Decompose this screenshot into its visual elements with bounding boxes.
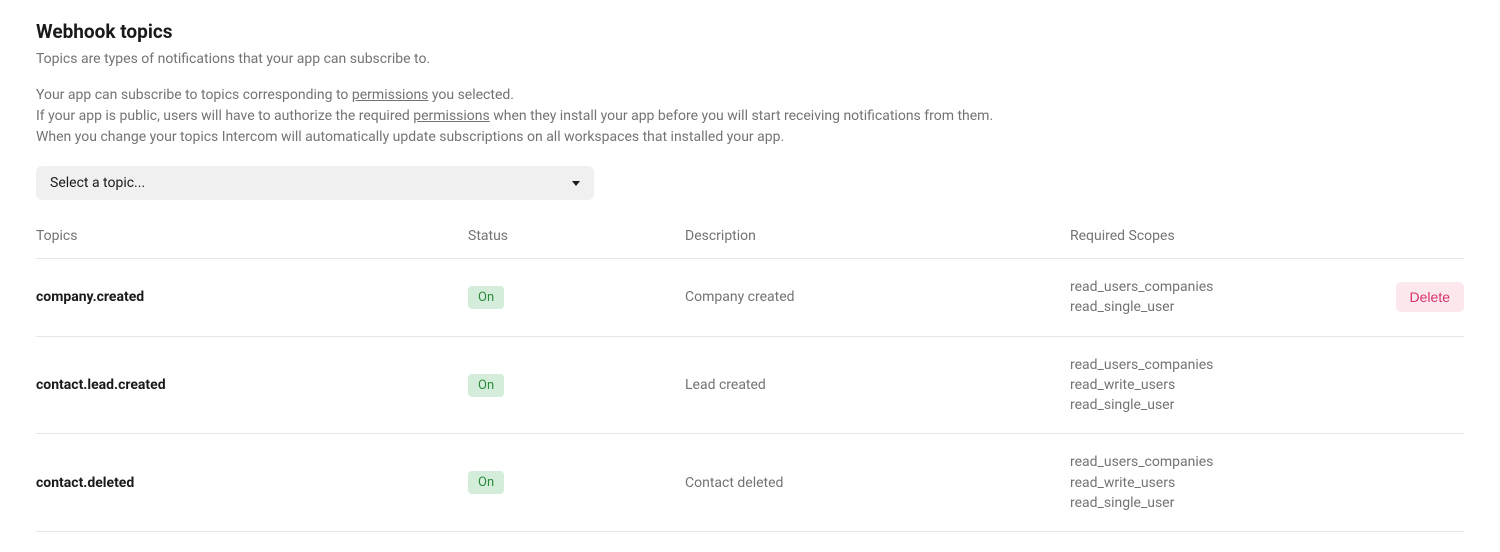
- desc-text: If your app is public, users will have t…: [36, 108, 413, 124]
- page-title: Webhook topics: [36, 20, 1464, 43]
- topic-description: Contact deleted: [685, 475, 1070, 491]
- scope-item: read_single_user: [1070, 493, 1390, 513]
- required-scopes: read_users_companiesread_single_user: [1070, 277, 1390, 318]
- table-row: company.created On Company createdread_use…: [36, 259, 1464, 337]
- topic-description: Lead created: [685, 377, 1070, 393]
- table-row: contact.lead.created On Lead createdread_u…: [36, 337, 1464, 435]
- topics-table: Topics Status Description Required Scope…: [36, 228, 1464, 532]
- table-header: Topics Status Description Required Scope…: [36, 228, 1464, 259]
- required-scopes: read_users_companiesread_write_usersread…: [1070, 452, 1390, 513]
- topic-name: contact.lead.created: [36, 377, 166, 393]
- table-row: contact.deleted On Contact deletedread_use…: [36, 434, 1464, 532]
- header-description: Description: [685, 228, 1070, 244]
- delete-button[interactable]: Delete: [1396, 282, 1464, 312]
- status-badge: On: [468, 471, 504, 494]
- scope-item: read_write_users: [1070, 473, 1390, 493]
- description-block: Your app can subscribe to topics corresp…: [36, 85, 1464, 148]
- desc-text: Your app can subscribe to topics corresp…: [36, 87, 352, 103]
- desc-text: when they install your app before you wi…: [490, 108, 993, 124]
- select-label: Select a topic...: [50, 175, 145, 191]
- scope-item: read_users_companies: [1070, 452, 1390, 472]
- header-topics: Topics: [36, 228, 468, 244]
- required-scopes: read_users_companiesread_write_usersread…: [1070, 355, 1390, 416]
- topic-select[interactable]: Select a topic...: [36, 166, 594, 200]
- permissions-link[interactable]: permissions: [352, 87, 429, 103]
- topic-name: contact.deleted: [36, 475, 134, 491]
- permissions-link[interactable]: permissions: [413, 108, 490, 124]
- scope-item: read_users_companies: [1070, 277, 1390, 297]
- header-scopes: Required Scopes: [1070, 228, 1390, 244]
- status-badge: On: [468, 374, 504, 397]
- scope-item: read_single_user: [1070, 395, 1390, 415]
- desc-text: you selected.: [428, 87, 514, 103]
- scope-item: read_write_users: [1070, 375, 1390, 395]
- topic-description: Company created: [685, 289, 1070, 305]
- header-status: Status: [468, 228, 685, 244]
- chevron-down-icon: [572, 181, 580, 186]
- page-subtitle: Topics are types of notifications that y…: [36, 51, 1464, 67]
- desc-text: When you change your topics Intercom wil…: [36, 127, 1464, 148]
- scope-item: read_single_user: [1070, 297, 1390, 317]
- scope-item: read_users_companies: [1070, 355, 1390, 375]
- topic-name: company.created: [36, 289, 144, 305]
- status-badge: On: [468, 286, 504, 309]
